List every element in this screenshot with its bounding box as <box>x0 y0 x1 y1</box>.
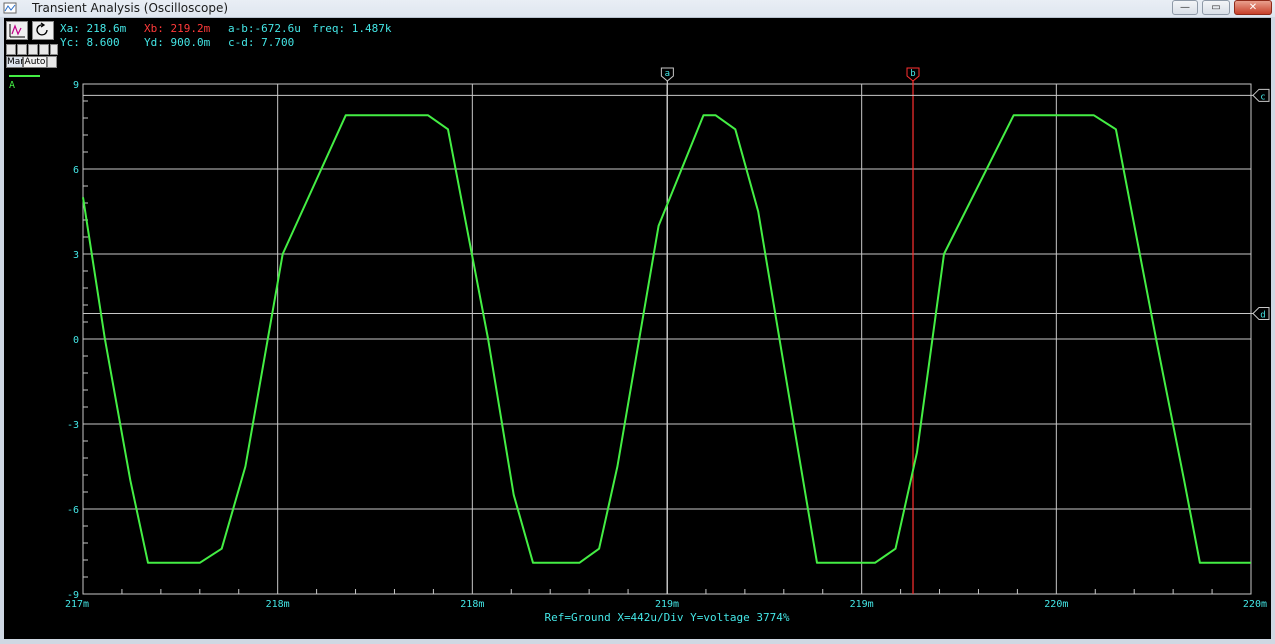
y-tick-label: -6 <box>67 505 79 516</box>
x-tick-label: 219m <box>655 599 679 610</box>
y-tick-label: 0 <box>73 335 79 346</box>
cursor-label: c <box>1260 92 1265 102</box>
minor-ticks <box>83 100 1213 594</box>
status-line: Ref=Ground X=442u/Div Y=voltage 3774% <box>544 611 789 624</box>
x-tick-label: 220m <box>1044 599 1068 610</box>
oscilloscope-plot[interactable]: 9630-3-6-9 217m 218m 218m 219m 219m 220m 220m … <box>0 0 1275 644</box>
cursors[interactable]: a b c d <box>83 67 1270 594</box>
y-tick-label: 9 <box>73 80 79 91</box>
cursor-label: d <box>1260 311 1265 321</box>
y-tick-label: -3 <box>67 420 79 431</box>
y-tick-label: 6 <box>73 165 79 176</box>
cursor-d-marker[interactable]: d <box>1252 307 1270 321</box>
x-tick-label: 218m <box>266 599 290 610</box>
x-tick-label: 220m <box>1243 599 1267 610</box>
cursor-label: a <box>665 69 670 79</box>
x-tick-label: 219m <box>850 599 874 610</box>
x-axis-labels: 217m 218m 218m 219m 219m 220m 220m <box>65 599 1267 610</box>
cursor-c-marker[interactable]: c <box>1252 88 1270 102</box>
y-tick-label: 3 <box>73 250 79 261</box>
cursor-label: b <box>910 69 915 79</box>
cursor-b-marker[interactable]: b <box>906 67 920 82</box>
x-tick-label: 217m <box>65 599 89 610</box>
cursor-a-marker[interactable]: a <box>660 67 674 82</box>
x-tick-label: 218m <box>460 599 484 610</box>
y-axis-labels: 9630-3-6-9 <box>67 80 79 601</box>
